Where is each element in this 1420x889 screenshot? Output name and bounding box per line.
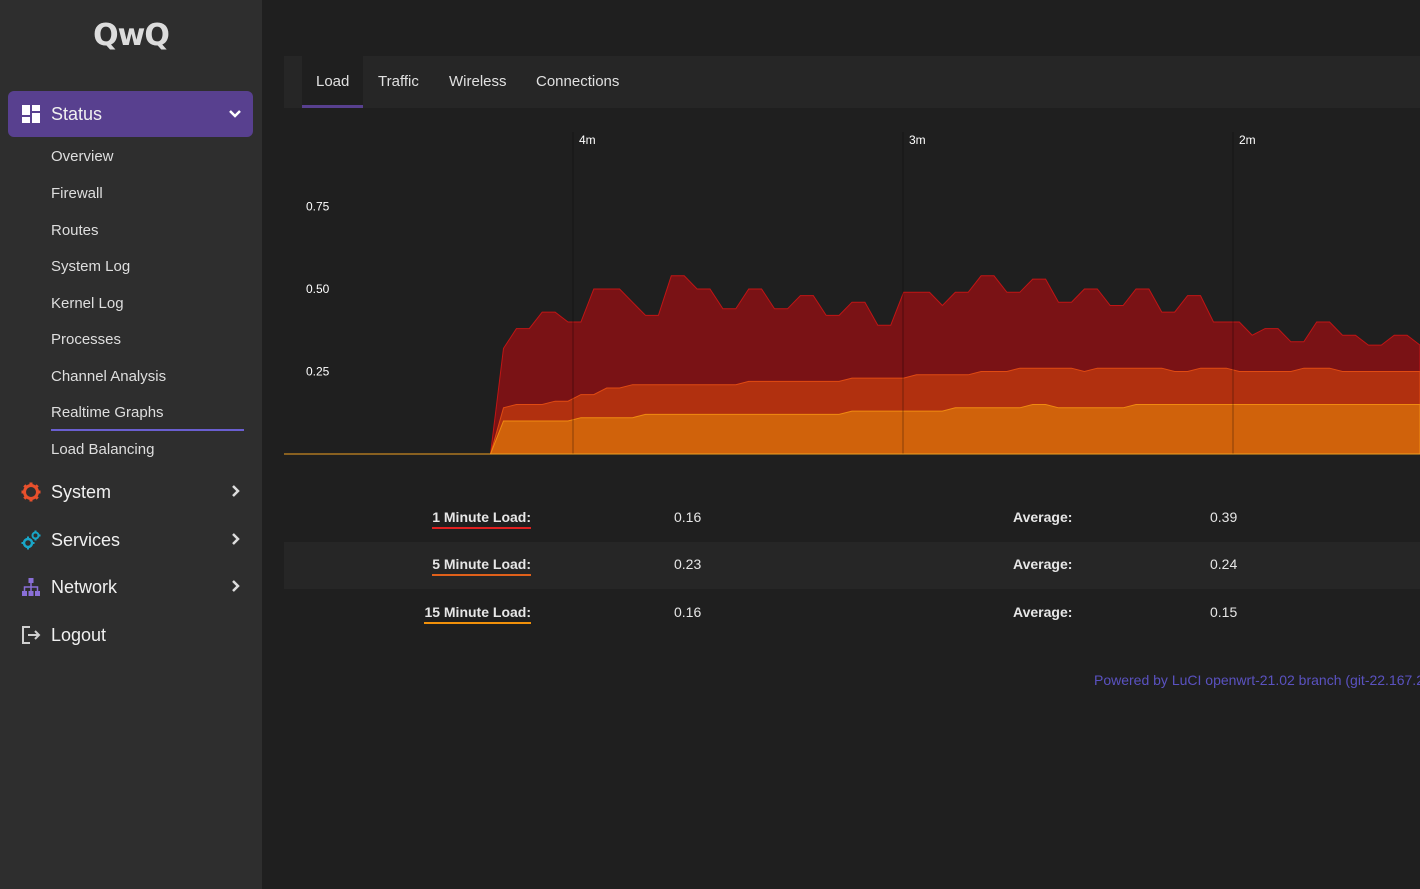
sidebar-item-system-log[interactable]: System Log bbox=[51, 258, 130, 275]
network-icon bbox=[22, 578, 40, 596]
sidebar-item-overview[interactable]: Overview bbox=[51, 148, 114, 165]
load-chart: 4m 3m 2m 0.75 0.50 0.25 bbox=[284, 132, 1420, 455]
chevron-right-icon bbox=[232, 580, 240, 592]
menu-status-label: Status bbox=[51, 103, 103, 124]
menu-status[interactable]: Status bbox=[8, 91, 253, 137]
stat-average-label: Average: bbox=[1013, 604, 1073, 620]
x-tick-label: 3m bbox=[909, 133, 926, 147]
sidebar-item-processes[interactable]: Processes bbox=[51, 331, 121, 348]
sidebar-item-channel-analysis[interactable]: Channel Analysis bbox=[51, 368, 166, 385]
tab-bar: Load Traffic Wireless Connections bbox=[284, 56, 1420, 108]
gear-icon bbox=[21, 482, 41, 502]
sidebar-item-realtime-graphs[interactable]: Realtime Graphs bbox=[51, 404, 164, 421]
menu-system-label: System bbox=[51, 481, 112, 502]
stat-value: 0.16 bbox=[674, 509, 702, 525]
tab-wireless[interactable]: Wireless bbox=[435, 56, 521, 108]
menu-logout-label: Logout bbox=[51, 624, 107, 645]
tab-connections[interactable]: Connections bbox=[522, 56, 633, 108]
logo[interactable]: QwQ bbox=[0, 18, 262, 53]
stat-label: 1 Minute Load: bbox=[432, 509, 531, 529]
sidebar-item-kernel-log[interactable]: Kernel Log bbox=[51, 295, 124, 312]
menu-network-label: Network bbox=[51, 576, 118, 597]
dashboard-icon bbox=[22, 105, 40, 123]
logout-icon bbox=[22, 626, 41, 644]
menu-services[interactable]: Services bbox=[8, 517, 253, 563]
stat-average-label: Average: bbox=[1013, 556, 1073, 572]
stat-label: 5 Minute Load: bbox=[432, 556, 531, 576]
stat-row-15min: 15 Minute Load: 0.16 Average: 0.15 bbox=[284, 590, 1420, 637]
stat-row-5min: 5 Minute Load: 0.23 Average: 0.24 bbox=[284, 542, 1420, 589]
gears-icon bbox=[21, 530, 41, 550]
stat-label: 15 Minute Load: bbox=[424, 604, 531, 624]
y-tick-label: 0.50 bbox=[306, 282, 330, 296]
chevron-down-icon bbox=[229, 110, 241, 118]
sidebar-item-load-balancing[interactable]: Load Balancing bbox=[51, 441, 154, 458]
sidebar-item-firewall[interactable]: Firewall bbox=[51, 185, 103, 202]
sidebar: QwQ Status Overview Firewall Routes Syst… bbox=[0, 0, 262, 889]
active-item-underline bbox=[51, 429, 244, 431]
chevron-right-icon bbox=[232, 533, 240, 545]
menu-logout[interactable]: Logout bbox=[8, 612, 253, 658]
stat-row-1min: 1 Minute Load: 0.16 Average: 0.39 bbox=[284, 495, 1420, 542]
sidebar-item-routes[interactable]: Routes bbox=[51, 222, 99, 239]
stat-value: 0.23 bbox=[674, 556, 702, 572]
series-area bbox=[284, 404, 1420, 455]
menu-system[interactable]: System bbox=[8, 469, 253, 515]
chevron-right-icon bbox=[232, 485, 240, 497]
menu-services-label: Services bbox=[51, 529, 121, 550]
y-tick-label: 0.75 bbox=[306, 200, 330, 214]
stat-value: 0.16 bbox=[674, 604, 702, 620]
stat-average-label: Average: bbox=[1013, 509, 1073, 525]
stat-average-value: 0.15 bbox=[1210, 604, 1238, 620]
footer-powered-by[interactable]: Powered by LuCI openwrt-21.02 branch (gi… bbox=[1094, 672, 1420, 688]
tab-traffic[interactable]: Traffic bbox=[364, 56, 433, 108]
x-tick-label: 2m bbox=[1239, 133, 1256, 147]
stat-average-value: 0.24 bbox=[1210, 556, 1238, 572]
menu-network[interactable]: Network bbox=[8, 564, 253, 610]
stat-average-value: 0.39 bbox=[1210, 509, 1238, 525]
tab-load[interactable]: Load bbox=[302, 56, 364, 108]
y-tick-label: 0.25 bbox=[306, 365, 330, 379]
x-tick-label: 4m bbox=[579, 133, 596, 147]
